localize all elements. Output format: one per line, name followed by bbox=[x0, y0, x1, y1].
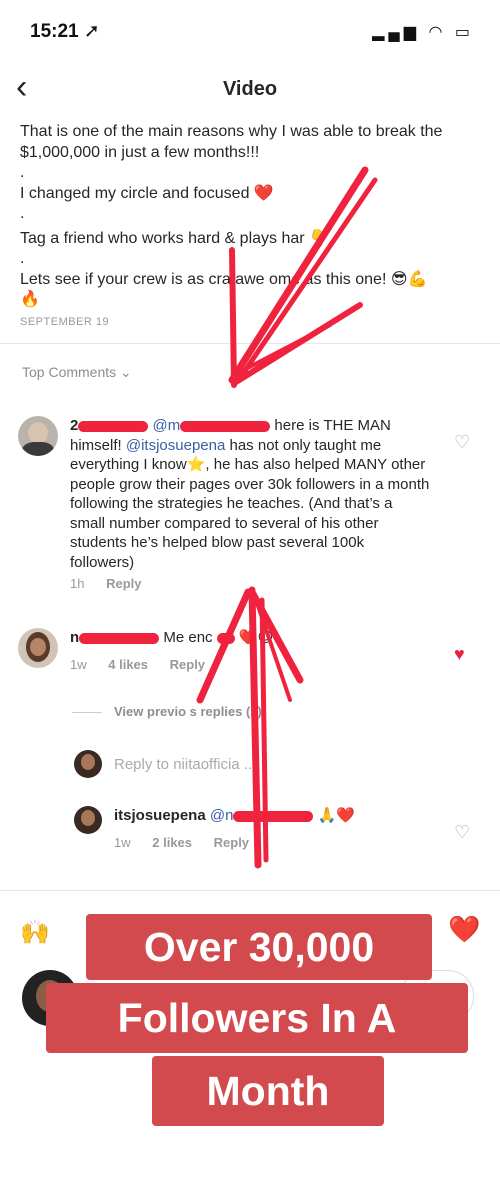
arrow-down-stroke bbox=[237, 177, 378, 381]
arrow-down-head bbox=[229, 247, 237, 388]
arrow-down-stroke bbox=[228, 166, 369, 384]
arrow-up-head bbox=[196, 588, 252, 704]
arrow-up-stroke bbox=[259, 597, 269, 863]
arrow-up-stroke bbox=[248, 586, 262, 869]
annotation-arrows bbox=[196, 166, 378, 869]
